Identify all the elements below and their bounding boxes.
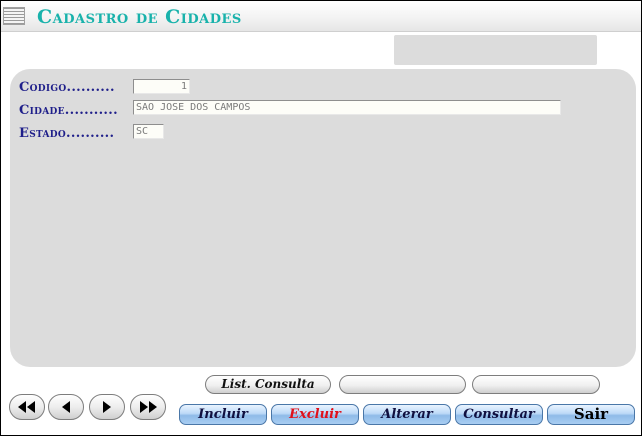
estado-field[interactable]: SC bbox=[133, 124, 164, 139]
incluir-button[interactable]: Incluir bbox=[179, 404, 267, 425]
last-record-button[interactable] bbox=[130, 394, 166, 420]
list-consulta-button[interactable]: List. Consulta bbox=[205, 375, 331, 394]
previous-record-button[interactable] bbox=[48, 394, 84, 420]
app-window: Cadastro de Cidades Codigo.......... 1 C… bbox=[0, 0, 642, 436]
first-record-button[interactable] bbox=[9, 394, 45, 420]
consultar-button[interactable]: Consultar bbox=[455, 404, 543, 425]
cidade-label: Cidade........... bbox=[19, 103, 118, 118]
estado-label: Estado.......... bbox=[19, 126, 115, 141]
right-arrow-icon bbox=[103, 401, 111, 413]
window-title: Cadastro de Cidades bbox=[37, 6, 242, 28]
title-bar: Cadastro de Cidades bbox=[1, 1, 641, 32]
cidade-field[interactable]: SAO JOSE DOS CAMPOS bbox=[133, 100, 561, 115]
codigo-field[interactable]: 1 bbox=[133, 79, 190, 94]
blank-button-1[interactable] bbox=[339, 375, 466, 394]
sair-button[interactable]: Sair bbox=[547, 404, 635, 425]
status-box bbox=[394, 35, 597, 65]
left-arrow-icon bbox=[62, 401, 70, 413]
double-right-arrow-icon bbox=[140, 401, 157, 413]
double-left-arrow-icon bbox=[18, 401, 35, 413]
excluir-button[interactable]: Excluir bbox=[271, 404, 359, 425]
alterar-button[interactable]: Alterar bbox=[363, 404, 451, 425]
next-record-button[interactable] bbox=[89, 394, 125, 420]
codigo-label: Codigo.......... bbox=[19, 80, 115, 95]
grip-icon bbox=[3, 7, 25, 25]
blank-button-2[interactable] bbox=[472, 375, 600, 394]
